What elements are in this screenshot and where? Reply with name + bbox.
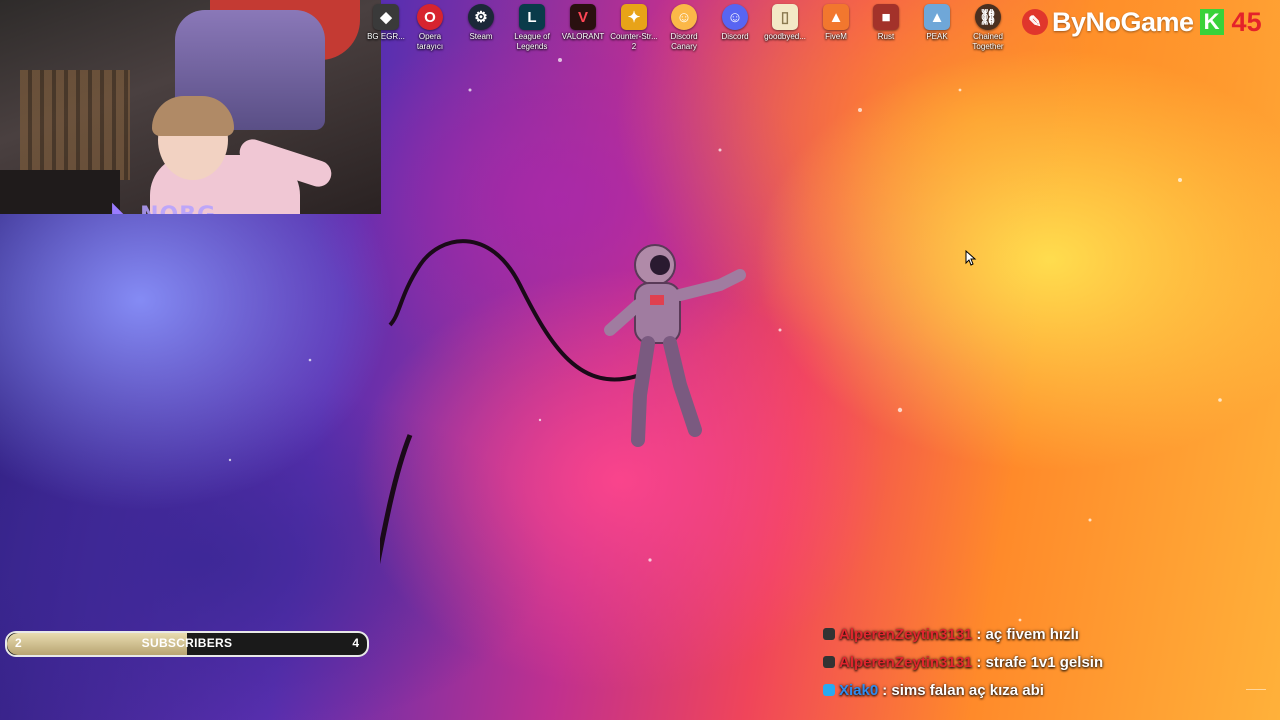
desktop-icon-label: Discord Canary [670,32,698,51]
webcam-overlay: ◣NOBG [0,0,381,214]
desktop-icon-goodbyed[interactable]: ▯ goodbyed... [760,4,810,42]
chat-badge-icon [823,656,835,668]
peak-icon: ▲ [924,4,950,30]
brand-name: ByNoGame [1052,6,1194,37]
brand-overlay: ✎ ByNoGame K 45 [1022,4,1262,40]
counter-strike-icon: ✦ [621,4,647,30]
webcam-logo-text: NOBG [140,203,216,214]
desktop-icon-label: Rust [877,32,895,41]
k-badge: K [1199,9,1224,35]
logo-mark-icon: ◣ [112,195,137,214]
chat-text: : sims falan aç kıza abi [882,681,1044,699]
discord-canary-icon: ☺ [671,4,697,30]
rust-icon: ■ [873,4,899,30]
chat-username: AlperenZeytin3131 [839,653,973,671]
desktop-icon-label: Opera tarayıcı [416,32,444,51]
desktop-icon-label: Steam [469,32,493,41]
desktop-icon-discord-canary[interactable]: ☺ Discord Canary [659,4,709,52]
webcam-foreground-shadow [0,170,120,214]
desktop-icon-label: Counter-Str... 2 [610,32,658,51]
chat-text: : strafe 1v1 gelsin [976,653,1104,671]
chat-text: : aç fivem hızlı [976,625,1079,643]
desktop-icon-label: FiveM [825,32,847,41]
bg-app-icon: ◆ [373,4,399,30]
fivem-icon: ▲ [823,4,849,30]
desktop-icon-rust[interactable]: ■ Rust [861,4,911,42]
desktop-icon-label: League of Legends [514,32,550,51]
desktop-icon-peak[interactable]: ▲ PEAK [912,4,962,42]
opera-icon: O [417,4,443,30]
astronaut-illustration [380,239,746,565]
chat-username: Xiak0 [839,681,879,699]
chat-badge-icon [823,628,835,640]
webcam-background-shelf [20,70,130,180]
desktop-icon-label: goodbyed... [764,32,806,41]
subscriber-goal-bar: 2 SUBSCRIBERS 4 [5,631,369,657]
chat-overlay: AlperenZeytin3131 : aç fivem hızlı Alper… [823,620,1103,704]
chat-message: Xiak0 : sims falan aç kıza abi [823,676,1103,704]
desktop-icon-steam[interactable]: ⚙ Steam [456,4,506,42]
mouse-cursor-icon [965,250,977,266]
chained-together-icon: ⛓ [975,4,1001,30]
desktop-icon-valorant[interactable]: V VALORANT [558,4,608,42]
webcam-logo: ◣NOBG [112,195,216,214]
desktop-icon-bg-egr[interactable]: ◆ BG EGR... [361,4,411,42]
subscriber-goal-label: SUBSCRIBERS [141,636,233,650]
desktop-icon-label: BG EGR... [367,32,405,41]
steam-icon: ⚙ [468,4,494,30]
league-icon: L [519,4,545,30]
subscriber-goal-target: 4 [352,636,359,650]
chat-message: AlperenZeytin3131 : aç fivem hızlı [823,620,1103,648]
valorant-icon: V [570,4,596,30]
chat-badge-icon [823,684,835,696]
desktop-icon-chained-together[interactable]: ⛓ Chained Together [963,4,1013,52]
desktop-icon-league-of-legends[interactable]: L League of Legends [507,4,557,52]
pen-logo-icon: ✎ [1022,9,1048,35]
desktop-icon-opera[interactable]: O Opera tarayıcı [405,4,455,52]
webcam-person-hair [152,96,234,136]
file-icon: ▯ [772,4,798,30]
desktop-icon-label: Discord [721,32,749,41]
desktop-icon-label: Chained Together [972,32,1004,51]
desktop-icon-counter-strike-2[interactable]: ✦ Counter-Str... 2 [609,4,659,52]
chat-message: AlperenZeytin3131 : strafe 1v1 gelsin [823,648,1103,676]
desktop-icon-fivem[interactable]: ▲ FiveM [811,4,861,42]
desktop-icon-discord[interactable]: ☺ Discord [710,4,760,42]
chat-username: AlperenZeytin3131 [839,625,973,643]
desktop-icon-label: VALORANT [561,32,605,41]
desktop-icon-label: PEAK [926,32,948,41]
brand-number: 45 [1231,6,1262,37]
corner-watermark [1246,689,1266,702]
discord-icon: ☺ [722,4,748,30]
